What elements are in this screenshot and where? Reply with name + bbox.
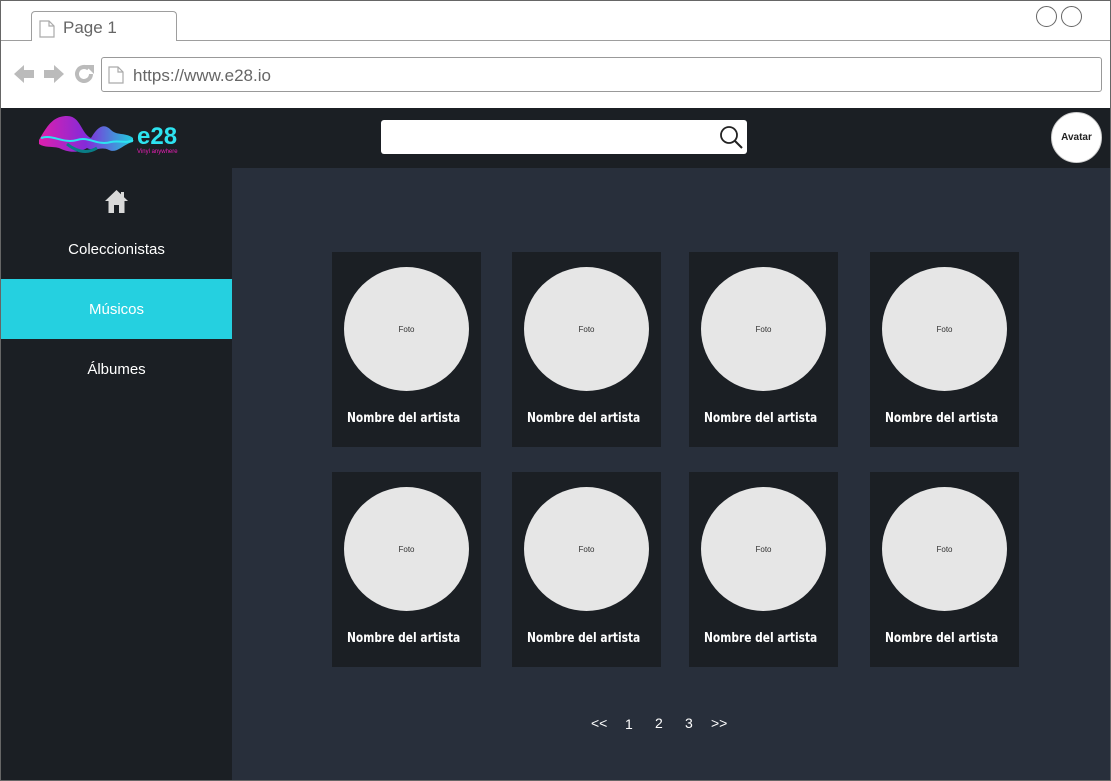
- window-close-button[interactable]: [1061, 6, 1082, 27]
- tab-title: Page 1: [63, 18, 117, 37]
- artist-name: Nombre del artista: [347, 631, 461, 646]
- pagination-last-button[interactable]: >>: [711, 715, 727, 731]
- artist-card[interactable]: Foto Nombre del artista: [332, 252, 481, 447]
- main-content: Foto Nombre del artista Foto Nombre del …: [232, 168, 1110, 780]
- artist-card[interactable]: Foto Nombre del artista: [332, 472, 481, 667]
- document-icon: [108, 66, 124, 84]
- artist-photo: Foto: [344, 487, 469, 611]
- url-bar[interactable]: https://www.e28.io: [101, 57, 1102, 92]
- sidebar: Coleccionistas Músicos Álbumes: [1, 168, 232, 780]
- sidebar-item-albumes[interactable]: Álbumes: [1, 339, 232, 399]
- browser-window: Page 1 https://www.e28.io e28 Vinyl anyw…: [0, 0, 1111, 781]
- logo-text: e28: [137, 123, 177, 150]
- browser-tab-bar: Page 1: [1, 1, 1110, 42]
- artist-card[interactable]: Foto Nombre del artista: [870, 252, 1019, 447]
- pagination-page-1[interactable]: 1: [625, 716, 633, 732]
- artist-photo: Foto: [701, 487, 826, 611]
- artist-name: Nombre del artista: [885, 631, 999, 646]
- e28-logo[interactable]: e28 Vinyl anywhere: [37, 108, 193, 164]
- artist-photo: Foto: [344, 267, 469, 391]
- sidebar-item-coleccionistas[interactable]: Coleccionistas: [1, 219, 232, 279]
- artist-name: Nombre del artista: [704, 411, 818, 426]
- artist-card[interactable]: Foto Nombre del artista: [512, 472, 661, 667]
- artist-photo: Foto: [882, 487, 1007, 611]
- search-input[interactable]: [381, 120, 747, 154]
- artist-name: Nombre del artista: [885, 411, 999, 426]
- pagination-page-3[interactable]: 3: [685, 715, 693, 731]
- reload-icon[interactable]: [72, 62, 96, 86]
- search-icon[interactable]: [719, 125, 743, 149]
- sidebar-item-musicos[interactable]: Músicos: [1, 279, 232, 339]
- artist-name: Nombre del artista: [704, 631, 818, 646]
- artist-card[interactable]: Foto Nombre del artista: [870, 472, 1019, 667]
- artist-name: Nombre del artista: [347, 411, 461, 426]
- forward-arrow-icon[interactable]: [42, 62, 66, 86]
- pagination-first-button[interactable]: <<: [591, 715, 607, 731]
- artist-card[interactable]: Foto Nombre del artista: [689, 252, 838, 447]
- artist-photo: Foto: [524, 487, 649, 611]
- window-minimize-button[interactable]: [1036, 6, 1057, 27]
- artist-photo: Foto: [524, 267, 649, 391]
- logo-tagline: Vinyl anywhere: [137, 149, 178, 155]
- artist-name: Nombre del artista: [527, 411, 641, 426]
- home-icon[interactable]: [104, 189, 129, 214]
- browser-address-row: https://www.e28.io: [1, 41, 1110, 108]
- back-arrow-icon[interactable]: [12, 62, 36, 86]
- browser-tab[interactable]: Page 1: [31, 11, 177, 42]
- avatar[interactable]: Avatar: [1051, 112, 1102, 163]
- artist-photo: Foto: [882, 267, 1007, 391]
- url-text: https://www.e28.io: [133, 66, 271, 85]
- artist-card[interactable]: Foto Nombre del artista: [512, 252, 661, 447]
- artist-photo: Foto: [701, 267, 826, 391]
- document-icon: [39, 20, 55, 38]
- artist-card[interactable]: Foto Nombre del artista: [689, 472, 838, 667]
- pagination-page-2[interactable]: 2: [655, 715, 663, 731]
- app-header: e28 Vinyl anywhere Avatar: [1, 108, 1110, 168]
- artist-name: Nombre del artista: [527, 631, 641, 646]
